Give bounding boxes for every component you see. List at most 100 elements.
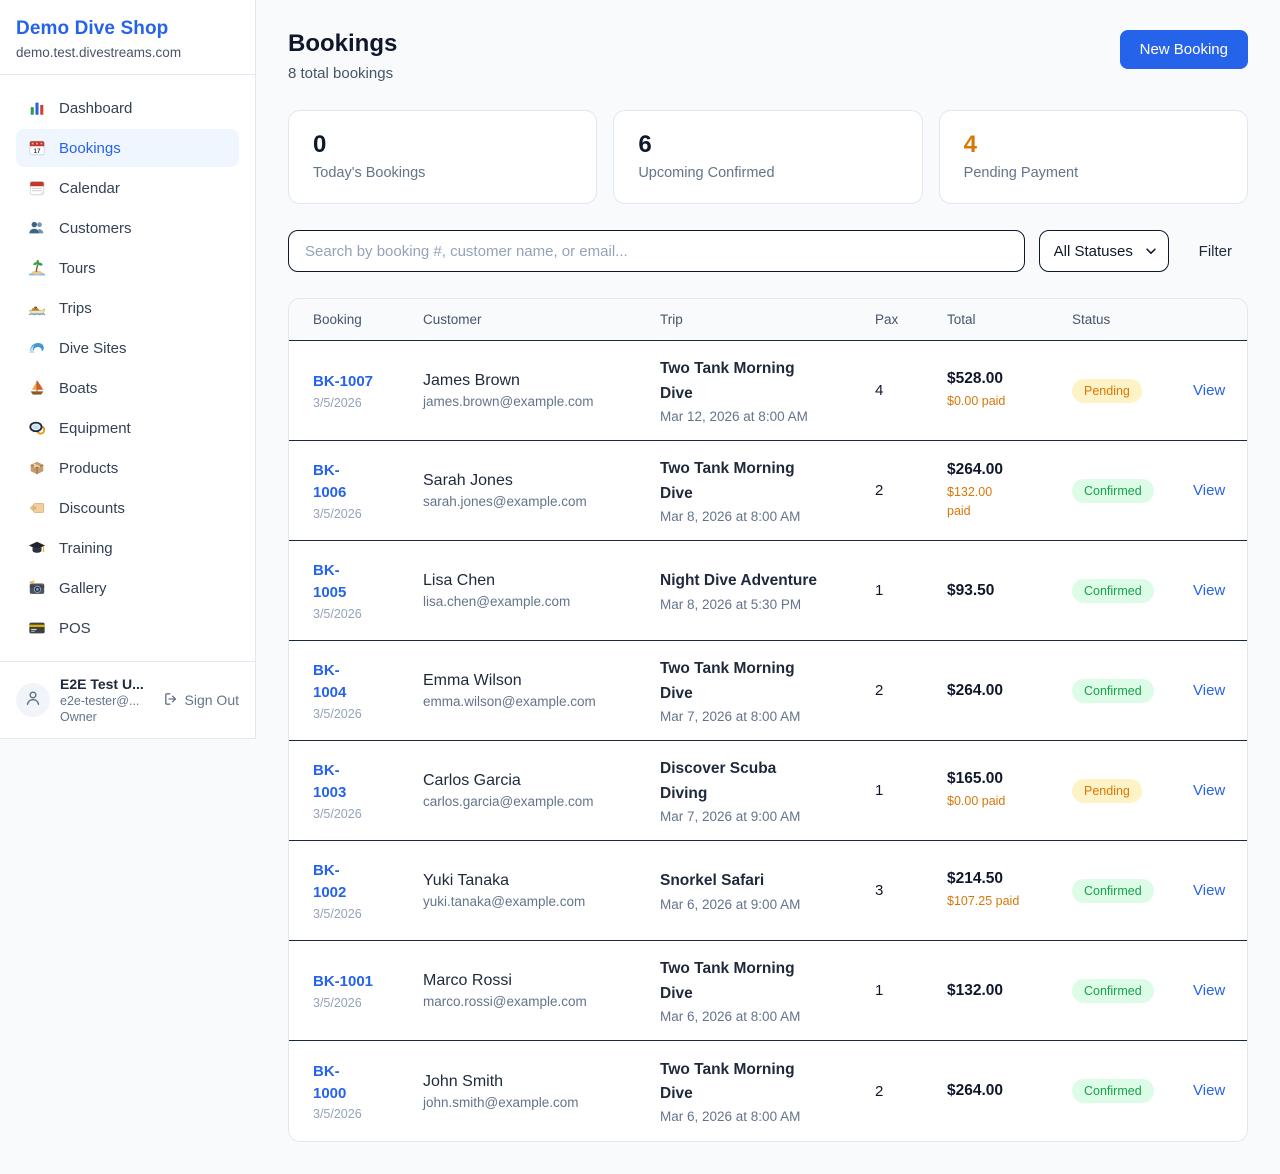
- column-header-pax: Pax: [875, 312, 947, 327]
- trip-name: Two Tank Morning Dive: [660, 957, 865, 1005]
- booking-id-link[interactable]: BK- 1002: [313, 860, 346, 904]
- brand-block: Demo Dive Shop demo.test.divestreams.com: [0, 0, 255, 74]
- view-link[interactable]: View: [1193, 1082, 1225, 1099]
- shop-domain: demo.test.divestreams.com: [16, 45, 239, 60]
- booking-id-link[interactable]: BK-1007: [313, 371, 373, 393]
- view-link[interactable]: View: [1193, 382, 1225, 399]
- avatar: [16, 683, 50, 717]
- booking-id-link[interactable]: BK- 1000: [313, 1061, 346, 1105]
- sidebar-item-label: Boats: [59, 380, 97, 397]
- sidebar-item-label: Customers: [59, 220, 132, 237]
- customer-name: Carlos Garcia: [423, 772, 650, 790]
- customer-name: Sarah Jones: [423, 472, 650, 490]
- sidebar-item-equipment[interactable]: Equipment: [16, 409, 239, 447]
- booking-id-link[interactable]: BK- 1005: [313, 560, 346, 604]
- sidebar-item-calendar[interactable]: Calendar: [16, 169, 239, 207]
- booking-date: 3/5/2026: [313, 507, 413, 521]
- sidebar-item-label: Tours: [59, 260, 96, 277]
- sign-out-button[interactable]: Sign Out: [163, 691, 239, 710]
- view-link[interactable]: View: [1193, 582, 1225, 599]
- total-amount: $528.00: [947, 370, 1062, 388]
- table-row: BK- 10063/5/2026Sarah Jonessarah.jones@e…: [289, 441, 1247, 541]
- sign-out-label: Sign Out: [185, 692, 239, 708]
- sidebar-item-label: Dashboard: [59, 100, 132, 117]
- booking-date: 3/5/2026: [313, 807, 413, 821]
- person-icon: [23, 688, 43, 713]
- tear-calendar-icon: [28, 179, 46, 197]
- package-icon: [28, 459, 46, 477]
- view-link[interactable]: View: [1193, 482, 1225, 499]
- trip-datetime: Mar 8, 2026 at 5:30 PM: [660, 597, 865, 612]
- search-input[interactable]: [288, 230, 1025, 272]
- column-header-status: Status: [1072, 312, 1193, 327]
- sidebar-item-products[interactable]: Products: [16, 449, 239, 487]
- booking-id-link[interactable]: BK-1001: [313, 971, 373, 993]
- user-name: E2E Test U...: [60, 676, 153, 692]
- view-link[interactable]: View: [1193, 882, 1225, 899]
- stat-value: 6: [638, 131, 897, 159]
- table-row: BK- 10043/5/2026Emma Wilsonemma.wilson@e…: [289, 641, 1247, 741]
- trip-name: Two Tank Morning Dive: [660, 457, 865, 505]
- stat-label: Today's Bookings: [313, 165, 572, 181]
- status-filter-select[interactable]: All Statuses: [1039, 230, 1169, 272]
- people-icon: [28, 219, 46, 237]
- paid-amount: $0.00 paid: [947, 392, 1062, 410]
- sidebar-item-pos[interactable]: POS: [16, 609, 239, 647]
- customer-name: Marco Rossi: [423, 972, 650, 990]
- total-amount: $93.50: [947, 582, 1062, 600]
- trip-name: Two Tank Morning Dive: [660, 657, 865, 705]
- paid-amount: $107.25 paid: [947, 892, 1062, 910]
- sidebar-item-tours[interactable]: Tours: [16, 249, 239, 287]
- sidebar-item-gallery[interactable]: Gallery: [16, 569, 239, 607]
- customer-email: marco.rossi@example.com: [423, 994, 650, 1009]
- customer-name: James Brown: [423, 372, 650, 390]
- table-row: BK- 10053/5/2026Lisa Chenlisa.chen@examp…: [289, 541, 1247, 641]
- column-header-total: Total: [947, 312, 1072, 327]
- status-badge: Pending: [1072, 779, 1142, 803]
- bookings-table-body: BK-10073/5/2026James Brownjames.brown@ex…: [289, 341, 1247, 1141]
- sidebar-item-label: Dive Sites: [59, 340, 127, 357]
- customer-name: John Smith: [423, 1073, 650, 1091]
- booking-id-link[interactable]: BK- 1003: [313, 760, 346, 804]
- trip-datetime: Mar 6, 2026 at 9:00 AM: [660, 897, 865, 912]
- customer-email: yuki.tanaka@example.com: [423, 894, 650, 909]
- table-row: BK- 10003/5/2026John Smithjohn.smith@exa…: [289, 1041, 1247, 1141]
- svg-text:17: 17: [33, 148, 41, 155]
- sidebar-item-dashboard[interactable]: Dashboard: [16, 89, 239, 127]
- column-header-customer: Customer: [423, 312, 660, 327]
- view-link[interactable]: View: [1193, 782, 1225, 799]
- total-amount: $132.00: [947, 982, 1062, 1000]
- user-footer: E2E Test U... e2e-tester@... Owner Sign …: [0, 661, 255, 738]
- page-header: Bookings 8 total bookings New Booking: [288, 30, 1248, 82]
- sidebar-item-boats[interactable]: Boats: [16, 369, 239, 407]
- sidebar-item-training[interactable]: Training: [16, 529, 239, 567]
- column-header-trip: Trip: [660, 312, 875, 327]
- view-link[interactable]: View: [1193, 982, 1225, 999]
- customer-name: Yuki Tanaka: [423, 872, 650, 890]
- sidebar-item-customers[interactable]: Customers: [16, 209, 239, 247]
- booking-date: 3/5/2026: [313, 707, 413, 721]
- sidebar-nav: Dashboard 17 Bookings Calendar Customers Tour…: [0, 75, 255, 661]
- customer-email: lisa.chen@example.com: [423, 594, 650, 609]
- sidebar-item-bookings[interactable]: 17 Bookings: [16, 129, 239, 167]
- booking-id-link[interactable]: BK- 1004: [313, 660, 346, 704]
- filter-button[interactable]: Filter: [1183, 235, 1248, 268]
- sidebar: Demo Dive Shop demo.test.divestreams.com…: [0, 0, 256, 739]
- table-row: BK-10073/5/2026James Brownjames.brown@ex…: [289, 341, 1247, 441]
- table-header: Booking Customer Trip Pax Total Status: [289, 299, 1247, 341]
- table-row: BK- 10023/5/2026Yuki Tanakayuki.tanaka@e…: [289, 841, 1247, 941]
- stats-row: 0 Today's Bookings 6 Upcoming Confirmed …: [288, 110, 1248, 204]
- trip-datetime: Mar 8, 2026 at 8:00 AM: [660, 509, 865, 524]
- credit-card-icon: [28, 619, 46, 637]
- customer-name: Lisa Chen: [423, 572, 650, 590]
- sidebar-item-label: Bookings: [59, 140, 121, 157]
- view-link[interactable]: View: [1193, 682, 1225, 699]
- booking-id-link[interactable]: BK- 1006: [313, 460, 346, 504]
- page-subtitle: 8 total bookings: [288, 65, 397, 82]
- sidebar-item-label: Gallery: [59, 580, 107, 597]
- new-booking-button[interactable]: New Booking: [1120, 30, 1248, 69]
- sidebar-item-discounts[interactable]: Discounts: [16, 489, 239, 527]
- pax-count: 3: [875, 882, 947, 899]
- sidebar-item-trips[interactable]: Trips: [16, 289, 239, 327]
- sidebar-item-dive-sites[interactable]: Dive Sites: [16, 329, 239, 367]
